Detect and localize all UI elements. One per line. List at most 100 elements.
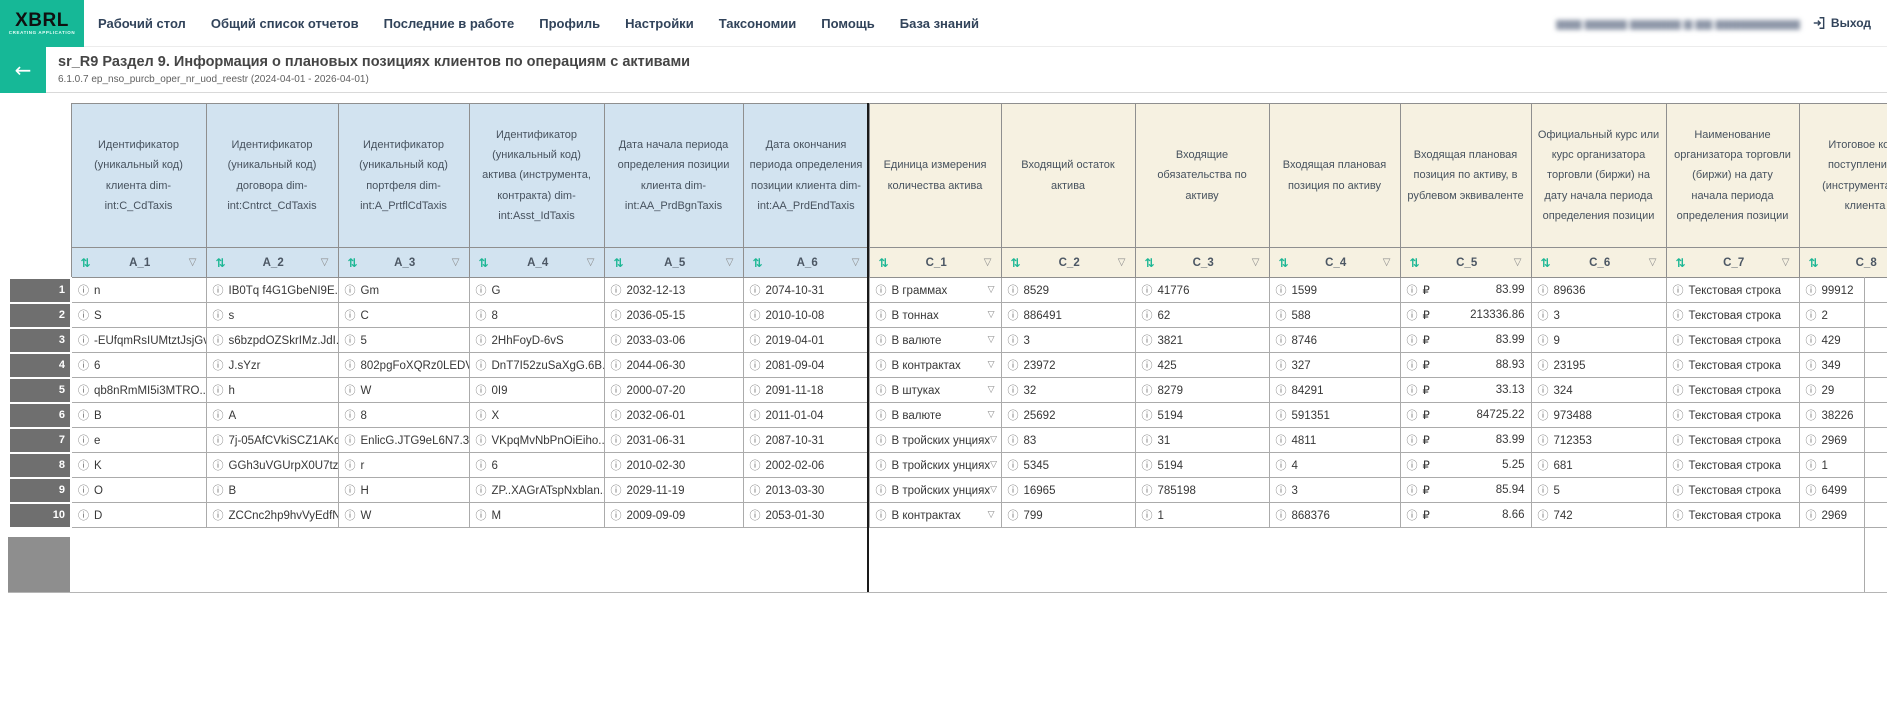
cell-A_4[interactable]: ⓘ ZP..XAGrATspNxblan...	[468, 477, 605, 503]
info-icon[interactable]: ⓘ	[1142, 284, 1153, 297]
cell-A_3[interactable]: ⓘ 8	[337, 402, 470, 428]
info-icon[interactable]: ⓘ	[1673, 359, 1684, 372]
info-icon[interactable]: ⓘ	[1008, 309, 1019, 322]
cell-C_5[interactable]: ⓘ ₽83.99	[1399, 427, 1532, 453]
info-icon[interactable]: ⓘ	[611, 459, 622, 472]
sort-icon[interactable]: ⇅	[1011, 256, 1021, 270]
cell-A_3[interactable]: ⓘ 802pgFoXQRz0LEDV...	[337, 352, 470, 378]
info-icon[interactable]: ⓘ	[1673, 309, 1684, 322]
dropdown-caret-icon[interactable]: ▽	[990, 485, 997, 495]
cell-A_1[interactable]: ⓘ B	[70, 402, 207, 428]
cell-C_8[interactable]: ⓘ 6499	[1798, 477, 1887, 503]
cell-A_3[interactable]: ⓘ 5	[337, 327, 470, 353]
sort-icon[interactable]: ⇅	[614, 256, 624, 270]
cell-C_7[interactable]: ⓘ Текстовая строка	[1665, 352, 1800, 378]
info-icon[interactable]: ⓘ	[1276, 409, 1287, 422]
cell-C_3[interactable]: ⓘ 8279	[1134, 377, 1270, 403]
row-number[interactable]: 2	[8, 301, 72, 329]
cell-A_5[interactable]: ⓘ 2031-06-31	[603, 427, 744, 453]
cell-A_3[interactable]: ⓘ r	[337, 452, 470, 478]
info-icon[interactable]: ⓘ	[1407, 359, 1418, 372]
cell-C_2[interactable]: ⓘ 8529	[1000, 277, 1136, 303]
dropdown-caret-icon[interactable]: ▽	[990, 435, 997, 445]
info-icon[interactable]: ⓘ	[1673, 284, 1684, 297]
info-icon[interactable]: ⓘ	[611, 359, 622, 372]
cell-C_2[interactable]: ⓘ 3	[1000, 327, 1136, 353]
cell-A_2[interactable]: ⓘ 7j-05AfCVkiSCZ1AKcP...	[205, 427, 339, 453]
info-icon[interactable]: ⓘ	[750, 459, 761, 472]
info-icon[interactable]: ⓘ	[345, 509, 356, 522]
cell-C_2[interactable]: ⓘ 25692	[1000, 402, 1136, 428]
cell-C_4[interactable]: ⓘ 4	[1268, 452, 1401, 478]
info-icon[interactable]: ⓘ	[476, 484, 487, 497]
cell-A_2[interactable]: ⓘ GGh3uVGUrpX0U7tz...	[205, 452, 339, 478]
info-icon[interactable]: ⓘ	[1008, 359, 1019, 372]
menu-recent[interactable]: Последние в работе	[384, 16, 515, 31]
cell-C_3[interactable]: ⓘ 5194	[1134, 402, 1270, 428]
info-icon[interactable]: ⓘ	[876, 484, 887, 497]
info-icon[interactable]: ⓘ	[476, 284, 487, 297]
info-icon[interactable]: ⓘ	[345, 284, 356, 297]
info-icon[interactable]: ⓘ	[876, 509, 887, 522]
cell-C_6[interactable]: ⓘ 973488	[1530, 402, 1667, 428]
info-icon[interactable]: ⓘ	[476, 334, 487, 347]
cell-C_2[interactable]: ⓘ 5345	[1000, 452, 1136, 478]
cell-A_4[interactable]: ⓘ 2HhFoyD-6vS	[468, 327, 605, 353]
cell-A_3[interactable]: ⓘ H	[337, 477, 470, 503]
cell-A_6[interactable]: ⓘ 2013-03-30	[742, 477, 870, 503]
cell-C_2[interactable]: ⓘ 83	[1000, 427, 1136, 453]
info-icon[interactable]: ⓘ	[611, 284, 622, 297]
filter-icon[interactable]: ▽	[587, 257, 595, 268]
row-number[interactable]: 8	[8, 451, 72, 479]
cell-A_5[interactable]: ⓘ 2000-07-20	[603, 377, 744, 403]
info-icon[interactable]: ⓘ	[611, 409, 622, 422]
cell-C_5[interactable]: ⓘ ₽8.66	[1399, 502, 1532, 528]
cell-A_6[interactable]: ⓘ 2053-01-30	[742, 502, 870, 528]
info-icon[interactable]: ⓘ	[1673, 334, 1684, 347]
info-icon[interactable]: ⓘ	[876, 309, 887, 322]
info-icon[interactable]: ⓘ	[750, 409, 761, 422]
info-icon[interactable]: ⓘ	[1407, 384, 1418, 397]
cell-C_5[interactable]: ⓘ ₽84725.22	[1399, 402, 1532, 428]
info-icon[interactable]: ⓘ	[476, 459, 487, 472]
cell-C_6[interactable]: ⓘ 9	[1530, 327, 1667, 353]
cell-A_4[interactable]: ⓘ G	[468, 277, 605, 303]
cell-C_5[interactable]: ⓘ ₽85.94	[1399, 477, 1532, 503]
cell-A_5[interactable]: ⓘ 2010-02-30	[603, 452, 744, 478]
filter-icon[interactable]: ▽	[1649, 257, 1657, 268]
cell-A_1[interactable]: ⓘ D	[70, 502, 207, 528]
row-number[interactable]: 6	[8, 401, 72, 429]
cell-C_7[interactable]: ⓘ Текстовая строка	[1665, 402, 1800, 428]
cell-C_1[interactable]: ⓘ В тройских унциях ▽	[868, 477, 1002, 503]
info-icon[interactable]: ⓘ	[1142, 434, 1153, 447]
cell-C_5[interactable]: ⓘ ₽33.13	[1399, 377, 1532, 403]
info-icon[interactable]: ⓘ	[1008, 484, 1019, 497]
info-icon[interactable]: ⓘ	[750, 384, 761, 397]
info-icon[interactable]: ⓘ	[1806, 409, 1817, 422]
sort-icon[interactable]: ⇅	[81, 256, 91, 270]
cell-C_7[interactable]: ⓘ Текстовая строка	[1665, 502, 1800, 528]
dropdown-caret-icon[interactable]: ▽	[988, 360, 995, 370]
info-icon[interactable]: ⓘ	[213, 434, 224, 447]
cell-C_3[interactable]: ⓘ 3821	[1134, 327, 1270, 353]
info-icon[interactable]: ⓘ	[1142, 484, 1153, 497]
info-icon[interactable]: ⓘ	[476, 384, 487, 397]
info-icon[interactable]: ⓘ	[876, 384, 887, 397]
cell-C_1[interactable]: ⓘ В тройских унциях ▽	[868, 427, 1002, 453]
info-icon[interactable]: ⓘ	[1008, 434, 1019, 447]
info-icon[interactable]: ⓘ	[1538, 484, 1549, 497]
menu-knowledge-base[interactable]: База знаний	[900, 16, 979, 31]
cell-C_4[interactable]: ⓘ 3	[1268, 477, 1401, 503]
row-number[interactable]: 9	[8, 476, 72, 504]
info-icon[interactable]: ⓘ	[213, 359, 224, 372]
cell-A_3[interactable]: ⓘ W	[337, 377, 470, 403]
info-icon[interactable]: ⓘ	[750, 484, 761, 497]
cell-A_1[interactable]: ⓘ K	[70, 452, 207, 478]
filter-icon[interactable]: ▽	[1383, 257, 1391, 268]
dropdown-caret-icon[interactable]: ▽	[988, 335, 995, 345]
cell-A_3[interactable]: ⓘ W	[337, 502, 470, 528]
cell-A_4[interactable]: ⓘ VKpqMvNbPnOiEiho...	[468, 427, 605, 453]
info-icon[interactable]: ⓘ	[78, 434, 89, 447]
info-icon[interactable]: ⓘ	[213, 334, 224, 347]
cell-C_4[interactable]: ⓘ 591351	[1268, 402, 1401, 428]
